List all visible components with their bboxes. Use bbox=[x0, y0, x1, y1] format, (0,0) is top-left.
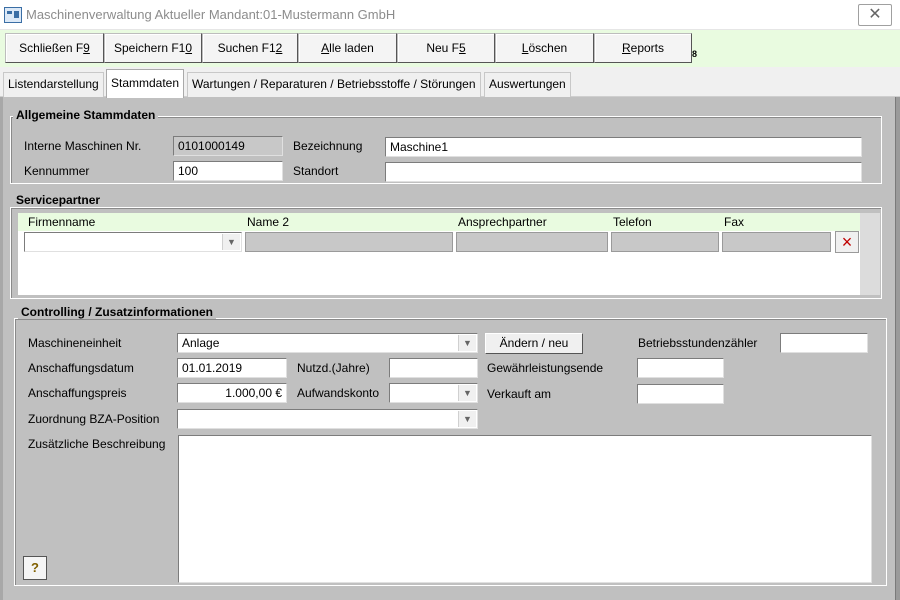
delete-row-button[interactable]: × bbox=[835, 231, 859, 253]
speichern-button[interactable]: Speichern F10 bbox=[104, 33, 202, 63]
nutzd-label: Nutzd.(Jahre) bbox=[297, 361, 370, 375]
button-label: lle laden bbox=[329, 41, 374, 55]
col-name2: Name 2 bbox=[247, 215, 290, 229]
verkauft-field[interactable] bbox=[637, 384, 724, 404]
anschaffungspreis-field[interactable]: 1.000,00 € bbox=[177, 383, 287, 403]
anschaffungsdatum-label: Anschaffungsdatum bbox=[28, 361, 134, 375]
col-firmenname: Firmenname bbox=[28, 215, 96, 229]
schliessen-button[interactable]: Schließen F9 bbox=[5, 33, 104, 63]
alle-laden-button[interactable]: Alle laden bbox=[298, 33, 397, 63]
chevron-down-icon[interactable]: ▼ bbox=[458, 335, 476, 351]
name2-cell[interactable] bbox=[245, 232, 453, 252]
beschreibung-textarea[interactable] bbox=[178, 435, 872, 583]
betriebsstunden-field[interactable] bbox=[780, 333, 868, 353]
window-title: Maschinenverwaltung Aktueller Mandant:01… bbox=[26, 7, 396, 22]
tab-auswertungen[interactable]: Auswertungen bbox=[484, 72, 571, 97]
col-ansprechpartner: Ansprechpartner bbox=[458, 215, 547, 229]
maschineneinheit-select[interactable]: Anlage ▼ bbox=[177, 333, 478, 353]
servicepartner-scrollbar[interactable] bbox=[860, 213, 880, 295]
tab-bar: Listendarstellung Stammdaten Wartungen /… bbox=[0, 67, 900, 98]
aufwandskonto-label: Aufwandskonto bbox=[297, 386, 380, 400]
button-label: Schließen F bbox=[19, 41, 84, 55]
anschaffungspreis-label: Anschaffungspreis bbox=[28, 386, 127, 400]
servicepartner-title: Servicepartner bbox=[13, 193, 104, 207]
button-accelerator: 5 bbox=[459, 41, 466, 55]
verkauft-label: Verkauft am bbox=[487, 387, 552, 401]
tab-listendarstellung[interactable]: Listendarstellung bbox=[3, 72, 104, 97]
help-button[interactable]: ? bbox=[23, 556, 47, 580]
col-fax: Fax bbox=[724, 215, 745, 229]
chevron-down-icon[interactable]: ▼ bbox=[222, 234, 240, 250]
tab-wartungen[interactable]: Wartungen / Reparaturen / Betriebsstoffe… bbox=[187, 72, 481, 97]
betriebsstunden-label: Betriebsstundenzähler bbox=[638, 336, 758, 350]
bezeichnung-field[interactable]: Maschine1 bbox=[385, 137, 862, 157]
suchen-button[interactable]: Suchen F12 bbox=[202, 33, 298, 63]
neu-button[interactable]: Neu F5 bbox=[397, 33, 495, 63]
controlling-title: Controlling / Zusatzinformationen bbox=[18, 305, 216, 319]
gewaehrleistung-field[interactable] bbox=[637, 358, 724, 378]
fax-cell[interactable] bbox=[722, 232, 831, 252]
button-label: öschen bbox=[528, 41, 568, 55]
telefon-cell[interactable] bbox=[611, 232, 719, 252]
app-icon bbox=[4, 7, 22, 23]
chevron-down-icon[interactable]: ▼ bbox=[458, 411, 476, 427]
title-bar: Maschinenverwaltung Aktueller Mandant:01… bbox=[0, 0, 900, 30]
col-telefon: Telefon bbox=[613, 215, 652, 229]
tab-stammdaten[interactable]: Stammdaten bbox=[106, 69, 185, 98]
anschaffungsdatum-field[interactable]: 01.01.2019 bbox=[177, 358, 287, 378]
nutzd-field[interactable] bbox=[389, 358, 478, 378]
reports-button[interactable]: Reports bbox=[594, 33, 692, 63]
maschineneinheit-value: Anlage bbox=[182, 336, 220, 350]
button-label: Neu F bbox=[426, 41, 459, 55]
button-accelerator: 9 bbox=[83, 41, 90, 55]
standort-label: Standort bbox=[293, 164, 339, 178]
toolbar: Schließen F9 Speichern F10 Suchen F12 Al… bbox=[0, 30, 900, 67]
left-border bbox=[0, 97, 3, 600]
loeschen-button[interactable]: Löschen bbox=[495, 33, 594, 63]
button-label: Speichern F1 bbox=[113, 41, 186, 55]
maschineneinheit-label: Maschineneinheit bbox=[28, 336, 122, 350]
right-border bbox=[895, 97, 900, 600]
button-accelerator: R bbox=[621, 41, 631, 55]
bezeichnung-label: Bezeichnung bbox=[293, 139, 363, 153]
firmenname-select[interactable]: ▼ bbox=[24, 232, 242, 252]
chevron-down-icon[interactable]: ▼ bbox=[458, 385, 476, 401]
bza-label: Zuordnung BZA-Position bbox=[28, 412, 160, 426]
close-button[interactable]: ✕ bbox=[858, 4, 892, 26]
aendern-neu-button[interactable]: Ändern / neu bbox=[485, 333, 583, 354]
allgemeine-stammdaten-title: Allgemeine Stammdaten bbox=[13, 108, 159, 122]
beschreibung-label: Zusätzliche Beschreibung bbox=[28, 437, 166, 451]
interne-nr-label: Interne Maschinen Nr. bbox=[24, 139, 142, 153]
button-label: Suchen F1 bbox=[217, 41, 276, 55]
button-label: eports bbox=[630, 41, 665, 55]
gewaehrleistung-label: Gewährleistungsende bbox=[487, 361, 604, 375]
standort-field[interactable] bbox=[385, 162, 862, 182]
ansprechpartner-cell[interactable] bbox=[456, 232, 608, 252]
button-accelerator: A bbox=[321, 41, 330, 55]
help-icon: ? bbox=[31, 560, 39, 575]
bza-select[interactable]: ▼ bbox=[177, 409, 478, 429]
interne-nr-field[interactable]: 0101000149 bbox=[173, 136, 283, 156]
kennummer-field[interactable]: 100 bbox=[173, 161, 283, 181]
kennummer-label: Kennummer bbox=[24, 164, 90, 178]
delete-icon: × bbox=[841, 232, 853, 252]
button-accelerator: 0 bbox=[185, 41, 193, 55]
toolbar-mark: 8 bbox=[692, 49, 698, 59]
button-accelerator: 2 bbox=[275, 41, 283, 55]
aufwandskonto-select[interactable]: ▼ bbox=[389, 383, 478, 403]
